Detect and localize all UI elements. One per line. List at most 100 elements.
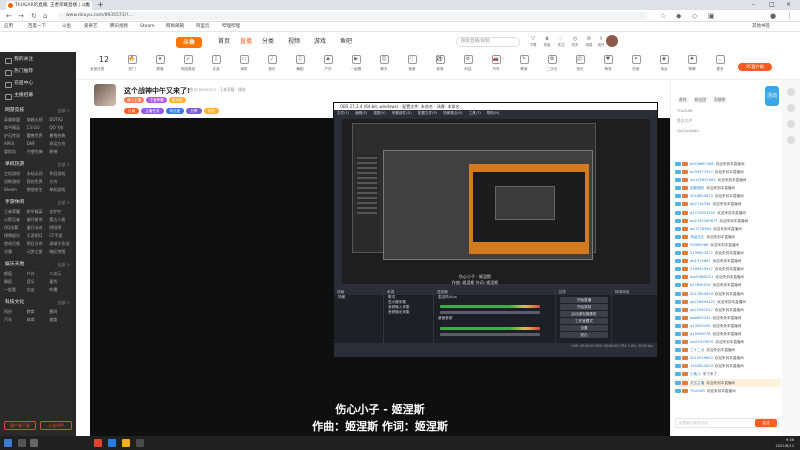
chat-username[interactable]: wx97019870 [690, 340, 713, 344]
chat-username[interactable]: 2016855873 [690, 194, 713, 198]
category-item[interactable]: ☺ 聊天 [372, 55, 396, 72]
chat-username[interactable]: bu35977917 [690, 170, 713, 174]
sidebar-category-link[interactable]: 户外 [27, 270, 50, 278]
sidebar-category-link[interactable]: 冒险岛 [4, 148, 27, 156]
browser-tab[interactable]: ThUGAR的直播, 王者荣耀直播 | 斗鱼 × [6, 1, 92, 10]
obs-menu-item[interactable]: 停靠部件(D) [392, 111, 412, 115]
sidebar-category-link[interactable]: 教育 [27, 308, 50, 316]
forward-icon[interactable]: → [18, 11, 24, 21]
obs-icon[interactable] [136, 439, 144, 447]
message-icon[interactable]: ✉ 消息 [584, 36, 594, 48]
chat-username[interactable]: qq72067017 [690, 308, 713, 312]
category-item[interactable]: ⚽ 体育 [428, 55, 452, 72]
sidebar-category-link[interactable]: 英雄联盟 [4, 116, 27, 124]
chat-username[interactable]: q15098778 [690, 332, 711, 336]
sidebar-category-link[interactable]: 天涯明月 [27, 232, 50, 240]
extension-icon[interactable]: ◆ [676, 11, 681, 21]
chat-username[interactable]: qq2143289873 [690, 219, 717, 223]
chat-username[interactable]: wx105697483 [690, 178, 716, 182]
pc-client-button[interactable]: PC客户端 [738, 63, 772, 71]
bookmark-item[interactable]: 百度一下 [28, 22, 46, 32]
sidebar-category-link[interactable]: 方舟 [49, 178, 72, 186]
sidebar-category-link[interactable]: 单机游戏 [49, 186, 72, 194]
category-item[interactable]: ✦ 钓鱼 [624, 55, 648, 72]
sidebar-category-link[interactable]: 交友 [27, 286, 50, 294]
sidebar-category-link[interactable]: 主机游戏 [4, 170, 27, 178]
sidebar-category-link[interactable]: Steam [4, 186, 27, 194]
back-icon[interactable]: ← [6, 11, 12, 21]
new-tab-button[interactable]: + [97, 0, 104, 10]
category-item[interactable]: ▭ 单机 [232, 55, 256, 72]
sidebar-category-link[interactable]: 炉石传说 [4, 132, 27, 140]
profile-icon[interactable]: ● [770, 11, 776, 21]
chat-username[interactable]: 20080988 [690, 243, 708, 247]
extension-icon-2[interactable]: ◇ [692, 11, 697, 21]
sidebar-category-link[interactable]: CS:GO [27, 124, 50, 132]
category-item[interactable]: ⚙ 科技 [456, 55, 480, 72]
sidebar-category-link[interactable]: 怀旧游戏 [49, 170, 72, 178]
chat-username[interactable]: 关注主播 [690, 381, 704, 385]
obs-menu-item[interactable]: 编辑(E) [355, 111, 367, 115]
sidebar-category-link[interactable]: 火影忍者 [4, 216, 27, 224]
sidebar-category-link[interactable]: 球球大作战 [49, 240, 72, 248]
chat-username[interactable]: 小鱼儿 [690, 372, 701, 376]
app-download-button[interactable]: 斗鱼APP [40, 421, 72, 430]
follow-icon[interactable]: ♡ 关注 [556, 36, 566, 48]
chat-username[interactable]: qq1374887 [690, 259, 711, 263]
start-recording-button[interactable]: 开始录制 [560, 304, 608, 310]
sidebar-category-link[interactable]: 金铲铲 [49, 208, 72, 216]
nav-game[interactable]: 游戏 [314, 36, 326, 48]
close-tab-icon[interactable]: × [85, 1, 89, 10]
room-tag[interactable]: 王者荣耀 [146, 97, 167, 103]
sidebar-category-link[interactable]: 科技 [4, 308, 27, 316]
category-item[interactable]: ▯ 手游 [204, 55, 228, 72]
obs-menu-item[interactable]: 文件(F) [337, 111, 349, 115]
category-item[interactable]: ◉ 电台 [652, 55, 676, 72]
sidebar-item-hot[interactable]: 热门推荐 [0, 66, 76, 78]
sidebar-category-link[interactable]: DNF [27, 140, 50, 148]
sidebar-category-link[interactable]: 美食 [49, 316, 72, 324]
sidebar-category-link[interactable]: 体育 [27, 316, 50, 324]
category-item[interactable]: 🔥 热门 [120, 55, 144, 72]
chat-username[interactable]: 2019019802 [690, 356, 713, 360]
obs-menu-item[interactable]: 视图(V) [373, 111, 385, 115]
sidebar-category-link[interactable]: 穿越火线 [27, 116, 50, 124]
category-item[interactable]: ♥ 萌宠 [596, 55, 620, 72]
category-item[interactable]: ♠ 棋牌 [680, 55, 704, 72]
bookmark-item[interactable]: 腾讯视频 [110, 22, 128, 32]
chat-send-button[interactable]: 发送 [755, 419, 777, 427]
bookmark-item[interactable]: 应用 [4, 22, 13, 32]
sidebar-category-link[interactable]: 舞蹈 [4, 278, 27, 286]
scene-item[interactable]: 场景 [334, 295, 383, 300]
bookmark-item[interactable]: 网易邮箱 [166, 22, 184, 32]
bookmark-star-icon[interactable]: ☆ [660, 11, 666, 21]
window-close-icon[interactable]: × [786, 0, 791, 10]
app-icon-blue[interactable] [108, 439, 116, 447]
client-download-button[interactable]: 客户端下载 [4, 421, 36, 430]
browser-menu-icon[interactable]: ⋮ [786, 11, 793, 21]
obs-menu-item[interactable]: 场景集合(S) [443, 111, 462, 115]
sidebar-category-link[interactable]: 汽车 [4, 316, 27, 324]
sidebar-category-link[interactable]: 明日方舟 [27, 240, 50, 248]
sidebar-category-link[interactable]: 和平精英 [4, 124, 27, 132]
streamer-avatar[interactable] [94, 84, 116, 106]
category-item[interactable]: 🍴 美食 [400, 55, 424, 72]
room-action-button[interactable]: 订阅 [124, 108, 140, 114]
sidebar-category-link[interactable]: 守望先锋 [27, 148, 50, 156]
download-icon[interactable]: ▽ 下载 [528, 36, 538, 48]
reload-icon[interactable]: ↻ [31, 11, 37, 21]
sidebar-item-recruit[interactable]: 主播招募 [0, 90, 76, 102]
nav-fishbar[interactable]: 鱼吧 [340, 36, 352, 48]
sidebar-category-link[interactable]: 崩坏星穹 [27, 216, 50, 224]
rank-item[interactable]: ThUGAR [677, 108, 699, 114]
video-player[interactable]: OBS 27.2.4 (64-bit, windows) - 配置文件: 未命名… [90, 102, 670, 436]
rank-item[interactable]: QAQUANAO [677, 128, 699, 134]
bookmark-item[interactable]: 其他书签 [752, 22, 770, 32]
sidebar-category-link[interactable]: 颜值 [4, 270, 27, 278]
crown-icon[interactable]: ♛ 贵族 [542, 36, 552, 48]
chat-username[interactable]: qq6800332 [690, 316, 711, 320]
bookmark-item[interactable]: 斗鱼 [62, 22, 71, 32]
home-icon[interactable]: ⌂ [43, 11, 47, 21]
chat-username[interactable]: 1903823004 [690, 364, 713, 368]
rank-item[interactable]: 鱼丸大户 [677, 118, 699, 124]
